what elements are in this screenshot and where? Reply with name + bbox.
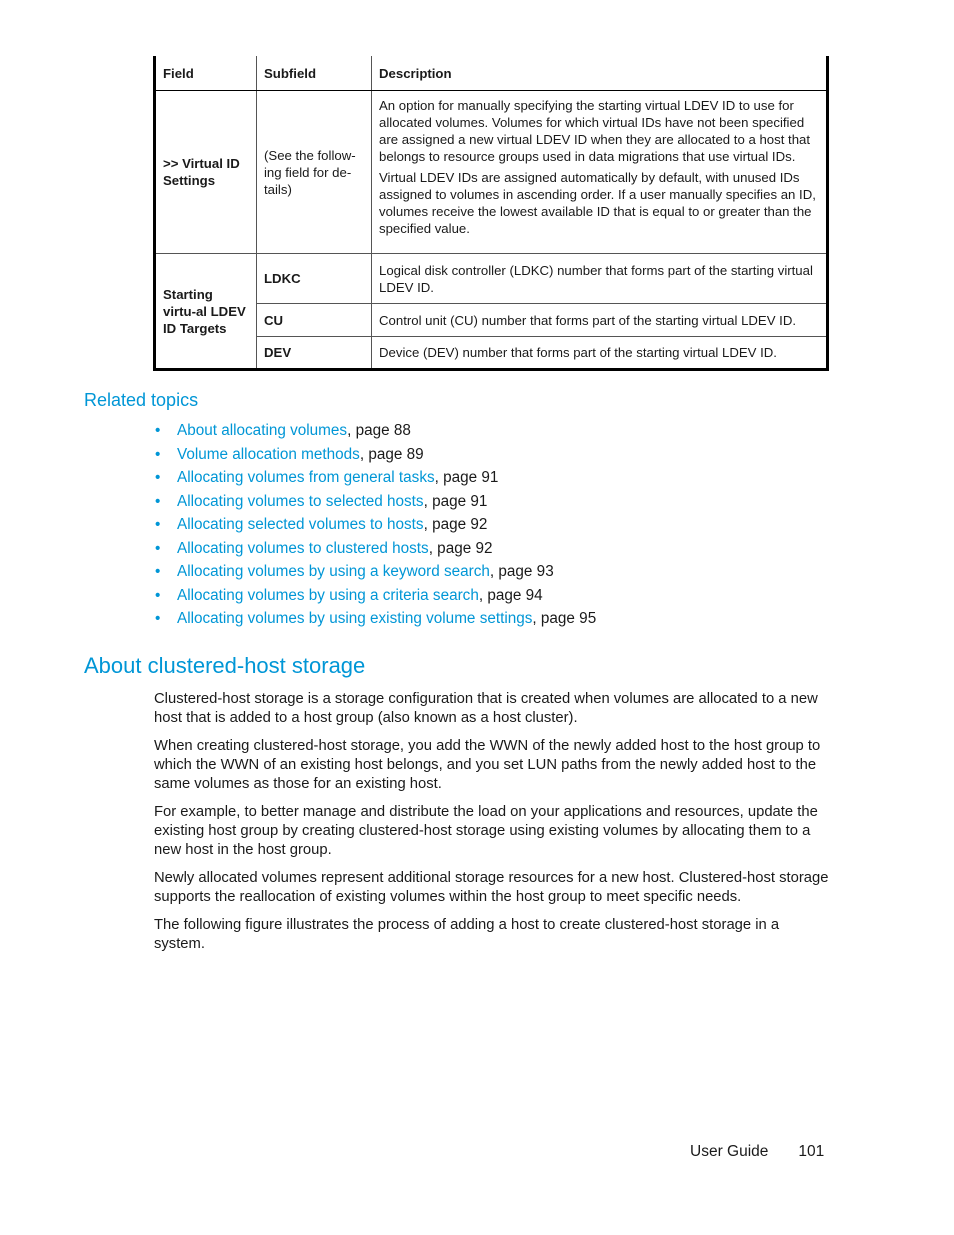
related-topics-heading: Related topics — [84, 390, 199, 410]
table-header-row: Field Subfield Description — [154, 56, 828, 91]
list-item: • Allocating selected volumes to hosts, p… — [155, 515, 596, 539]
section-heading: About clustered-host storage — [84, 653, 366, 678]
header-field: Field — [154, 56, 257, 91]
related-link[interactable]: Allocating volumes to clustered hosts — [177, 540, 429, 557]
bullet-icon: • — [155, 586, 161, 604]
related-link[interactable]: About allocating volumes — [177, 422, 347, 439]
description-cell: Control unit (CU) number that forms part… — [371, 303, 828, 337]
subfield-cell: DEV — [256, 336, 372, 370]
description-cell: Logical disk controller (LDKC) number th… — [371, 253, 828, 304]
list-item: • Allocating volumes by using existing vo… — [155, 609, 596, 633]
related-link[interactable]: Allocating volumes by using a criteria s… — [177, 587, 479, 604]
list-item: • Allocating volumes to selected hosts, p… — [155, 492, 596, 516]
field-description-table: Field Subfield Description >> Virtual ID… — [153, 56, 829, 371]
list-item: • Allocating volumes by using a criteria … — [155, 586, 596, 610]
related-link[interactable]: Allocating volumes by using existing vol… — [177, 610, 532, 627]
related-link[interactable]: Volume allocation methods — [177, 446, 360, 463]
page-reference: , page 95 — [532, 610, 597, 627]
field-cell: >> Virtual ID Settings — [154, 90, 257, 254]
body-paragraph: For example, to better manage and distri… — [154, 804, 818, 858]
description-paragraph: An option for manually specifying the st… — [379, 98, 811, 164]
bullet-icon: • — [155, 539, 161, 557]
bullet-icon: • — [155, 492, 161, 510]
page-footer: User Guide 101 — [690, 1143, 824, 1161]
body-paragraph: Newly allocated volumes represent additi… — [154, 870, 829, 905]
page-reference: , page 94 — [478, 586, 543, 604]
list-item: • Allocating volumes by using a keyword s… — [155, 562, 596, 586]
page-reference: , page 88 — [347, 422, 411, 439]
bullet-icon: • — [155, 469, 161, 486]
page-reference: , page 92 — [423, 516, 488, 533]
field-cell: Starting virtu-al LDEV ID Targets — [154, 253, 257, 370]
subfield-cell: LDKC — [256, 253, 372, 304]
description-cell: An option for manually specifying the st… — [371, 90, 828, 254]
related-link[interactable]: Allocating volumes by using a keyword se… — [177, 563, 490, 580]
body-paragraph: Clustered-host storage is a storage conf… — [154, 691, 818, 726]
table-row: Starting virtu-al LDEV ID Targets LDKC L… — [154, 253, 828, 370]
related-link[interactable]: Allocating volumes from general tasks — [177, 469, 435, 486]
page-reference: , page 93 — [489, 563, 554, 580]
page-reference: , page 92 — [428, 539, 493, 557]
description-cell: Device (DEV) number that forms part of t… — [371, 336, 828, 370]
related-topics-list: • About allocating volumes, page 88 • Volu… — [155, 421, 596, 633]
body-paragraph: When creating clustered-host storage, yo… — [154, 738, 821, 792]
body-paragraph: The following figure illustrates the pro… — [154, 917, 780, 952]
bullet-icon: • — [155, 422, 161, 439]
page-reference: , page 91 — [423, 492, 488, 510]
header-description: Description — [371, 56, 828, 91]
bullet-icon: • — [155, 610, 161, 627]
page-number: 101 — [798, 1143, 825, 1160]
list-item: • Allocating volumes from general tasks, … — [155, 468, 596, 492]
subfield-cell: (See the follow-ing field for de-tails) — [256, 90, 372, 254]
section-body: Clustered-host storage is a storage conf… — [154, 690, 834, 963]
related-link[interactable]: Allocating selected volumes to hosts — [177, 516, 424, 533]
footer-label: User Guide — [690, 1143, 769, 1160]
bullet-icon: • — [155, 445, 161, 463]
list-item: • About allocating volumes, page 88 — [155, 421, 596, 445]
description-paragraph: Virtual LDEV IDs are assigned automatica… — [379, 170, 816, 236]
related-link[interactable]: Allocating volumes to selected hosts — [177, 493, 424, 510]
bullet-icon: • — [155, 563, 161, 580]
document-page: Field Subfield Description >> Virtual ID… — [0, 0, 954, 1235]
page-reference: , page 91 — [434, 469, 499, 486]
page-reference: , page 89 — [359, 445, 424, 463]
header-subfield: Subfield — [256, 56, 372, 91]
subfield-cell: CU — [256, 303, 372, 337]
table-row: >> Virtual ID Settings (See the follow-i… — [154, 90, 828, 254]
bullet-icon: • — [155, 516, 161, 533]
list-item: • Volume allocation methods, page 89 — [155, 445, 596, 469]
list-item: • Allocating volumes to clustered hosts, … — [155, 539, 596, 563]
